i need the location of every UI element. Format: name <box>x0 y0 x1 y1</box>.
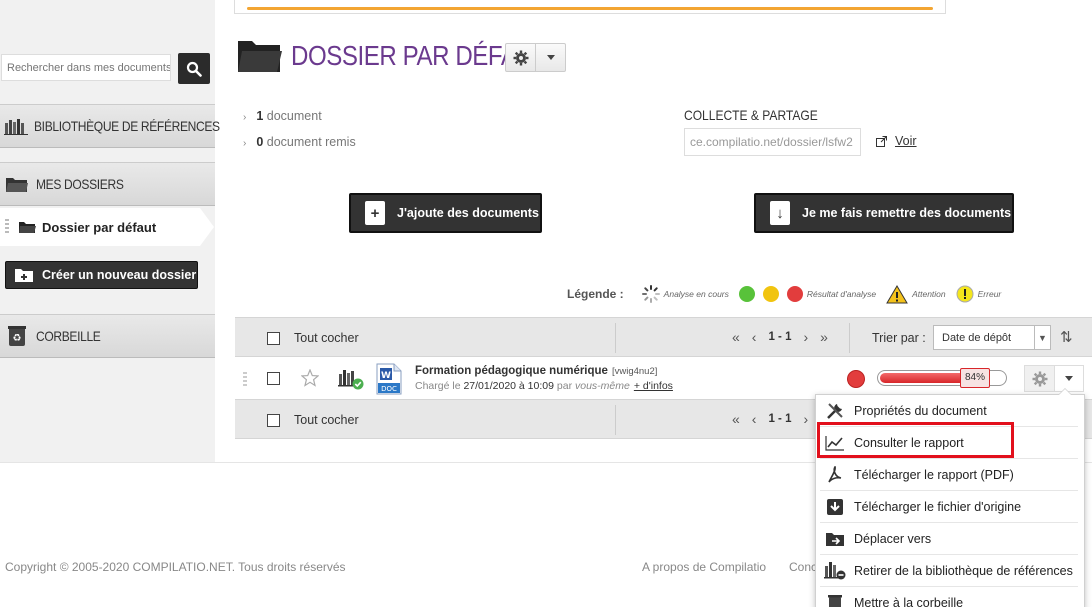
next-page-icon[interactable]: › <box>803 411 808 427</box>
gear-icon <box>506 44 536 71</box>
folder-icon <box>19 222 36 233</box>
sidebar-item-my-folders[interactable]: Mes dossiers <box>0 162 215 206</box>
menu-item-remove-library[interactable]: Retirer de la bibliothèque de références <box>820 555 1078 587</box>
sidebar: Bibliothèque de références Mes dossiers … <box>0 0 220 462</box>
sidebar-item-label: Mes dossiers <box>36 176 124 192</box>
select-all-label: Tout cocher <box>294 413 359 427</box>
sidebar-item-label: Corbeille <box>36 328 101 344</box>
submitted-count: › 0 document remis <box>243 135 356 149</box>
word-doc-icon: W DOC <box>376 363 402 395</box>
folder-icon <box>4 174 30 194</box>
sidebar-item-label: Bibliothèque de références <box>34 118 220 134</box>
select-all-label: Tout cocher <box>294 331 359 345</box>
menu-item-download-report[interactable]: Télécharger le rapport (PDF) <box>820 459 1078 491</box>
menu-item-download-original[interactable]: Télécharger le fichier d'origine <box>820 491 1078 523</box>
green-dot-icon <box>738 286 755 302</box>
svg-text:W: W <box>381 371 391 381</box>
pdf-icon <box>824 465 846 485</box>
copyright: Copyright © 2005-2020 COMPILATIO.NET. To… <box>5 560 346 574</box>
page-range: 1 - 1 <box>768 331 792 343</box>
menu-item-trash[interactable]: Mettre à la corbeille <box>820 587 1078 607</box>
sidebar-item-label: Dossier par défaut <box>42 219 157 235</box>
sidebar-item-default-folder[interactable]: Dossier par défaut <box>0 208 214 246</box>
page-range: 1 - 1 <box>768 413 792 425</box>
error-icon <box>956 285 974 303</box>
search-button[interactable] <box>178 53 210 84</box>
chevron-right-icon: › <box>243 138 247 149</box>
notice-banner <box>234 0 946 14</box>
external-link-icon <box>876 135 887 147</box>
add-documents-button[interactable]: + J'ajoute des documents <box>349 193 542 233</box>
more-info-link[interactable]: + d'infos <box>634 380 673 392</box>
download-document-icon: ↓ <box>770 201 790 225</box>
sidebar-item-library[interactable]: Bibliothèque de références <box>0 104 220 148</box>
drag-handle[interactable] <box>243 372 247 386</box>
search-icon <box>186 61 202 77</box>
drag-handle[interactable] <box>5 219 9 235</box>
sort-label: Trier par : <box>872 331 926 345</box>
document-title[interactable]: Formation pédagogique numérique [vwig4nu2… <box>415 365 657 377</box>
svg-text:DOC: DOC <box>381 385 397 393</box>
first-page-icon[interactable]: « <box>732 329 740 345</box>
recycle-bin-icon: ♻ <box>4 326 30 346</box>
gear-icon <box>1025 366 1055 391</box>
sort-direction-icon[interactable]: ⇅ <box>1060 328 1073 346</box>
sort-select[interactable]: Date de dépôt ▼ <box>933 325 1051 350</box>
chevron-down-icon <box>536 44 565 71</box>
red-dot-icon <box>786 286 803 302</box>
document-count: › 1 document <box>243 109 322 123</box>
highlight-box <box>817 422 1014 458</box>
footer-link-about[interactable]: A propos de Compilatio <box>642 560 766 574</box>
list-toolbar-top: Tout cocher « ‹ 1 - 1 › » Trier par : Da… <box>235 317 1092 357</box>
similarity-percent: 84% <box>960 368 990 388</box>
create-folder-label: Créer un nouveau dossier <box>42 268 197 282</box>
download-file-icon <box>824 497 846 517</box>
document-meta: Chargé le 27/01/2020 à 10:09 par vous-mê… <box>415 380 673 392</box>
select-all-checkbox[interactable] <box>267 332 280 345</box>
view-link[interactable]: Voir <box>876 134 917 148</box>
folder-add-icon <box>15 269 33 282</box>
footer-link-contact[interactable]: Conc <box>789 560 817 574</box>
library-icon <box>4 116 28 136</box>
prev-page-icon[interactable]: ‹ <box>752 411 757 427</box>
prev-page-icon[interactable]: ‹ <box>752 329 757 345</box>
first-page-icon[interactable]: « <box>732 411 740 427</box>
folder-open-icon <box>238 41 282 72</box>
svg-text:♻: ♻ <box>13 333 22 344</box>
yellow-dot-icon <box>762 286 779 302</box>
chevron-right-icon: › <box>243 112 247 123</box>
folder-settings-button[interactable] <box>505 43 566 72</box>
red-status-dot-icon <box>847 370 865 388</box>
next-page-icon[interactable]: › <box>803 329 808 345</box>
request-documents-button[interactable]: ↓ Je me fais remettre des documents <box>754 193 1014 233</box>
document-actions-button[interactable] <box>1024 365 1084 392</box>
select-all-checkbox[interactable] <box>267 414 280 427</box>
warning-icon <box>886 284 908 303</box>
chevron-down-icon: ▼ <box>1034 326 1050 349</box>
row-checkbox[interactable] <box>267 372 280 385</box>
document-code: [vwig4nu2] <box>611 366 658 377</box>
spinner-icon <box>641 285 660 303</box>
add-document-icon: + <box>365 201 385 225</box>
pagination: « ‹ 1 - 1 › » <box>732 329 840 345</box>
sidebar-item-trash[interactable]: ♻ Corbeille <box>0 314 215 358</box>
menu-item-move[interactable]: Déplacer vers <box>820 523 1078 555</box>
legend: Légende : Analyse en cours Résultat d'an… <box>567 284 1011 304</box>
pagination: « ‹ 1 - 1 › <box>732 411 820 427</box>
library-added-icon <box>338 370 364 390</box>
folder-move-icon <box>824 529 846 549</box>
star-icon[interactable] <box>301 369 319 387</box>
collect-url-field[interactable]: ce.compilatio.net/dossier/lsfw2 <box>684 128 861 156</box>
tools-icon <box>824 401 846 421</box>
create-folder-button[interactable]: Créer un nouveau dossier <box>5 261 198 289</box>
search-input[interactable] <box>1 54 171 81</box>
recycle-bin-icon <box>824 593 846 607</box>
library-remove-icon <box>824 561 846 581</box>
last-page-icon[interactable]: » <box>820 329 828 345</box>
collect-share-title: COLLECTE & PARTAGE <box>684 107 818 123</box>
